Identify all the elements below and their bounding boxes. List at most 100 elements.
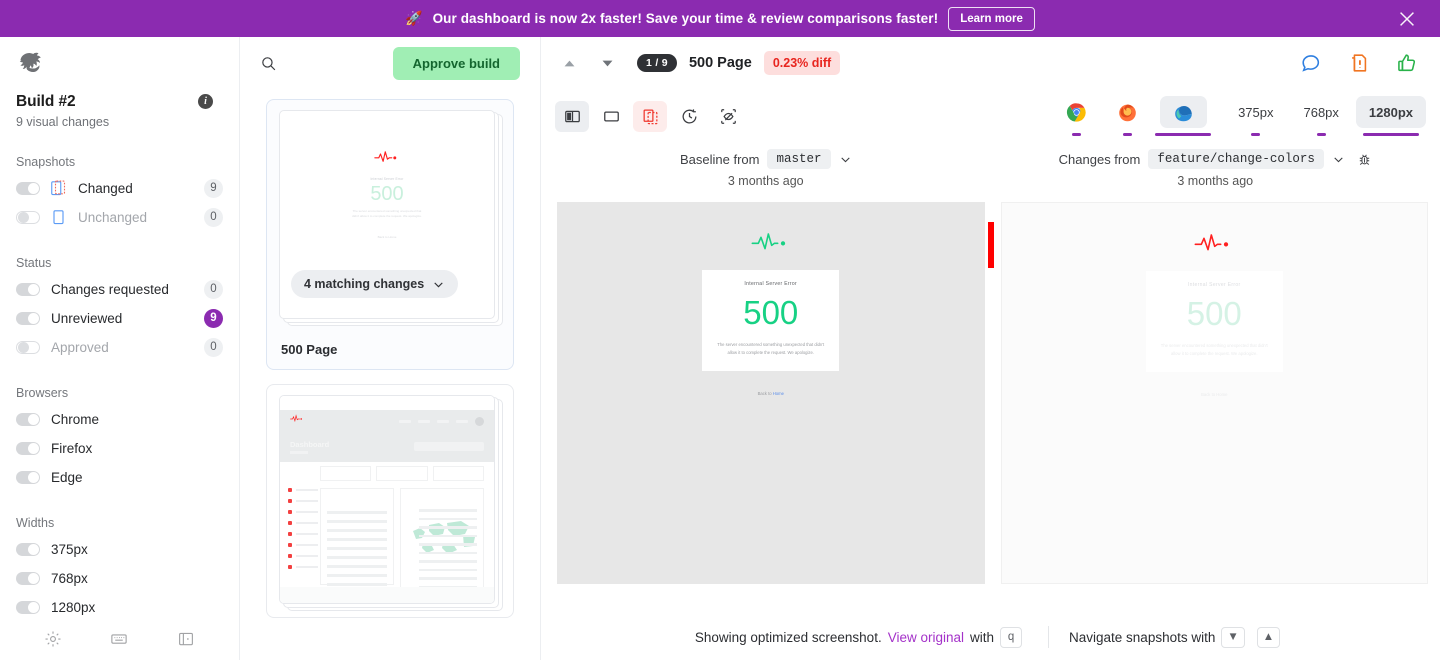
snapshot-list-toolbar: Approve build	[240, 37, 540, 89]
width-768[interactable]: 768px	[1290, 96, 1351, 136]
hide-mask-icon[interactable]	[711, 101, 745, 132]
matching-changes-dropdown[interactable]: 4 matching changes	[291, 270, 458, 298]
browser-edge[interactable]	[1155, 96, 1211, 136]
single-view-icon[interactable]	[594, 101, 628, 132]
changes-column: Changes from feature/change-colors 3 mon…	[991, 149, 1440, 188]
baseline-pane[interactable]: Internal Server Error 500 The server enc…	[557, 202, 993, 614]
width-indicator	[1317, 133, 1326, 136]
keyboard-shortcuts-icon[interactable]	[110, 630, 128, 648]
branch-row: Baseline from master 3 months ago Change…	[541, 143, 1440, 188]
list-item-label: 500 Page	[267, 332, 513, 369]
banner-message: Our dashboard is now 2x faster! Save you…	[433, 11, 939, 26]
width-375[interactable]: 375px	[1225, 96, 1286, 136]
toggle-switch[interactable]	[16, 341, 40, 354]
search-icon[interactable]	[260, 55, 277, 72]
home-link[interactable]: Home	[773, 391, 784, 396]
baseline-label: Baseline from	[680, 152, 759, 167]
collapse-panel-icon[interactable]	[177, 630, 195, 648]
list-item[interactable]: Internal Server Error 500 The server enc…	[266, 99, 514, 370]
filter-label: Changes requested	[51, 282, 169, 297]
toggle-switch[interactable]	[16, 572, 40, 585]
toggle-switch[interactable]	[16, 211, 40, 224]
close-icon[interactable]	[1396, 8, 1418, 30]
info-icon[interactable]: i	[198, 94, 213, 109]
chevron-down-icon[interactable]	[1332, 153, 1345, 166]
optimized-note: Showing optimized screenshot.	[695, 630, 882, 645]
nav-next-button[interactable]	[593, 49, 621, 77]
approve-thumbsup-icon[interactable]	[1396, 52, 1418, 74]
chevron-down-icon[interactable]	[839, 153, 852, 166]
list-item[interactable]: Dashboard	[266, 384, 514, 618]
mini-dash-panel-statistics	[320, 488, 394, 585]
mini-dash-search	[414, 442, 484, 451]
nav-previous-button[interactable]	[555, 49, 583, 77]
home-link[interactable]: Home	[1216, 392, 1227, 397]
browser-firefox[interactable]	[1104, 96, 1151, 136]
heartbeat-icon	[751, 228, 791, 256]
baseline-viewport: Internal Server Error 500 The server enc…	[557, 202, 985, 584]
shortcut-key-q[interactable]: q	[1000, 627, 1022, 648]
filter-label: Firefox	[51, 441, 92, 456]
view-original-link[interactable]: View original	[888, 630, 964, 645]
chrome-icon	[1053, 96, 1100, 128]
filter-row-firefox[interactable]: Firefox	[0, 435, 239, 461]
mini-dash-title: Dashboard	[290, 440, 329, 449]
shortcut-key-down[interactable]: ▼	[1221, 627, 1244, 648]
filter-row-unchanged[interactable]: Unchanged0	[0, 204, 239, 230]
announcement-banner: 🚀 Our dashboard is now 2x faster! Save y…	[0, 0, 1440, 37]
comment-icon[interactable]	[1300, 52, 1322, 74]
nav-up-icon	[561, 55, 578, 72]
changes-time: 3 months ago	[1177, 174, 1253, 188]
changes-pane[interactable]: Internal Server Error 500 The server enc…	[993, 202, 1429, 614]
filter-count: 0	[204, 280, 223, 299]
mini-error-code: 500	[370, 183, 403, 205]
review-actions	[1300, 52, 1422, 74]
browser-chrome[interactable]	[1053, 96, 1100, 136]
filter-row-approved[interactable]: Approved0	[0, 334, 239, 360]
toggle-switch[interactable]	[16, 283, 40, 296]
filter-row-edge[interactable]: Edge	[0, 464, 239, 490]
error-code: 500	[743, 294, 798, 332]
navigate-label: Navigate snapshots with	[1069, 630, 1215, 645]
filter-row-changes-requested[interactable]: Changes requested 0	[0, 276, 239, 302]
diff-overlay-icon[interactable]	[633, 101, 667, 132]
snapshot-list-scroll[interactable]: Internal Server Error 500 The server enc…	[240, 89, 540, 660]
filter-row-changed[interactable]: Changed9	[0, 175, 239, 201]
browser-indicator	[1123, 133, 1132, 136]
toggle-switch[interactable]	[16, 543, 40, 556]
toggle-switch[interactable]	[16, 413, 40, 426]
toggle-switch[interactable]	[16, 182, 40, 195]
snapshot-thumbnail-stack: Internal Server Error 500 The server enc…	[279, 110, 499, 322]
toggle-switch[interactable]	[16, 471, 40, 484]
history-icon[interactable]	[672, 101, 706, 132]
filter-row-chrome[interactable]: Chrome	[0, 406, 239, 432]
toggle-switch[interactable]	[16, 442, 40, 455]
filter-row-375px[interactable]: 375px	[0, 536, 239, 562]
heartbeat-icon	[1194, 229, 1234, 257]
side-by-side-view-icon[interactable]	[555, 101, 589, 132]
approve-build-button[interactable]: Approve build	[393, 47, 520, 80]
error-body: The server encountered something unexpec…	[710, 341, 831, 357]
mini-error-card: Internal Server Error 500 The server enc…	[340, 171, 435, 226]
error-code: 500	[1187, 295, 1242, 333]
learn-more-button[interactable]: Learn more	[948, 7, 1035, 31]
filter-label: Unchanged	[78, 210, 147, 225]
bug-icon[interactable]	[1357, 152, 1372, 167]
shortcut-key-up[interactable]: ▲	[1257, 627, 1280, 648]
baseline-branch-chip[interactable]: master	[767, 149, 830, 169]
snapshot-list-panel: Approve build Internal Server Error	[240, 37, 541, 660]
filter-row-unreviewed[interactable]: Unreviewed9	[0, 305, 239, 331]
comparison-footer: Showing optimized screenshot. View origi…	[541, 614, 1440, 660]
diff-percentage-badge: 0.23% diff	[764, 51, 840, 75]
filter-label: Unreviewed	[51, 311, 122, 326]
toggle-switch[interactable]	[16, 312, 40, 325]
lion-logo[interactable]	[16, 50, 46, 76]
request-changes-icon[interactable]	[1348, 52, 1370, 74]
changes-branch-chip[interactable]: feature/change-colors	[1148, 149, 1324, 169]
filter-row-1280px[interactable]: 1280px	[0, 594, 239, 620]
theme-brightness-icon[interactable]	[44, 630, 62, 648]
filter-group-title: Widths	[0, 516, 239, 530]
width-1280[interactable]: 1280px	[1356, 96, 1426, 136]
filter-row-768px[interactable]: 768px	[0, 565, 239, 591]
toggle-switch[interactable]	[16, 601, 40, 614]
